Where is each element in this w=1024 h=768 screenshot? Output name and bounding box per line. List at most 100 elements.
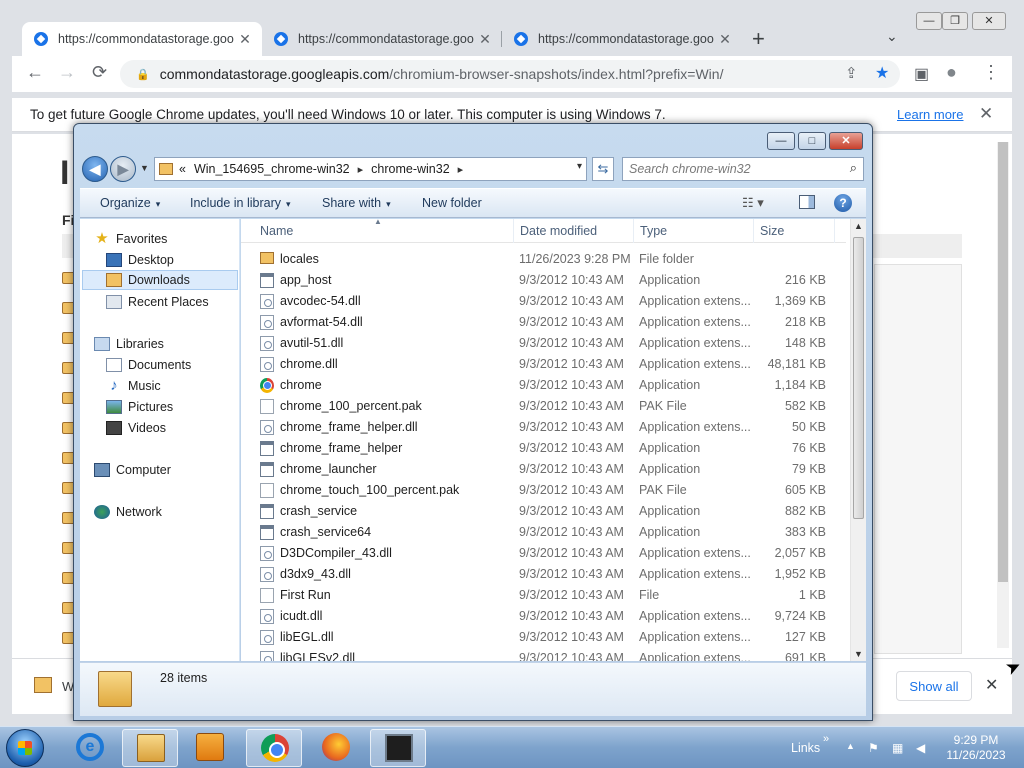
nav-downloads[interactable]: Downloads — [82, 270, 238, 290]
file-row[interactable]: d3dx9_43.dll 9/3/2012 10:43 AM Application… — [241, 564, 846, 585]
file-row[interactable]: chrome 9/3/2012 10:43 AM Application 1,184 … — [241, 375, 846, 396]
flag-warning-icon[interactable]: ⚑ — [868, 741, 882, 755]
file-name[interactable]: chrome_touch_100_percent.pak — [280, 483, 459, 497]
tab-close-icon[interactable]: ✕ — [476, 31, 494, 48]
column-divider[interactable] — [753, 219, 754, 243]
organize-button[interactable]: Organize ▾ — [100, 196, 160, 210]
volume-icon[interactable]: ◀ — [916, 741, 930, 755]
file-row[interactable]: chrome_touch_100_percent.pak 9/3/2012 10:… — [241, 480, 846, 501]
explorer-close-button[interactable]: ✕ — [829, 132, 863, 150]
file-row[interactable]: chrome_100_percent.pak 9/3/2012 10:43 AM P… — [241, 396, 846, 417]
file-name[interactable]: libGLESv2.dll — [280, 651, 355, 661]
tab-1[interactable]: https://commondatastorage.goo ✕ — [22, 22, 262, 56]
nav-pictures[interactable]: Pictures — [106, 397, 173, 417]
explorer-maximize-button[interactable]: □ — [798, 132, 826, 150]
menu-kebab-icon[interactable]: ⋮ — [982, 62, 1000, 83]
url-text[interactable]: commondatastorage.googleapis.com/chromiu… — [160, 66, 724, 82]
tab-close-icon[interactable]: ✕ — [236, 31, 254, 48]
column-size[interactable]: Size — [760, 224, 784, 238]
file-row[interactable]: crash_service64 9/3/2012 10:43 AM Applicat… — [241, 522, 846, 543]
share-icon[interactable]: ⇪ — [845, 64, 858, 82]
back-arrow-icon[interactable]: ◀ — [82, 156, 108, 182]
taskbar-windows-explorer[interactable] — [122, 729, 178, 767]
address-bar[interactable]: 🔒 commondatastorage.googleapis.com/chrom… — [120, 60, 900, 88]
nav-libraries[interactable]: Libraries — [94, 334, 164, 354]
file-row[interactable]: chrome_frame_helper 9/3/2012 10:43 AM Appl… — [241, 438, 846, 459]
share-with-button[interactable]: Share with ▾ — [322, 196, 391, 210]
side-panel-icon[interactable]: ▣ — [914, 64, 929, 84]
column-type[interactable]: Type — [640, 224, 667, 238]
file-name[interactable]: chrome_frame_helper.dll — [280, 420, 418, 434]
explorer-minimize-button[interactable]: — — [767, 132, 795, 150]
taskbar-firefox[interactable] — [308, 729, 364, 767]
show-all-button[interactable]: Show all — [896, 671, 972, 701]
breadcrumb-segment[interactable]: chrome-win32 — [371, 162, 450, 176]
file-row[interactable]: D3DCompiler_43.dll 9/3/2012 10:43 AM Appli… — [241, 543, 846, 564]
file-name[interactable]: avcodec-54.dll — [280, 294, 361, 308]
tab-3[interactable]: https://commondatastorage.goo ✕ — [502, 22, 742, 56]
file-name[interactable]: D3DCompiler_43.dll — [280, 546, 392, 560]
address-overflow-icon[interactable]: « — [179, 162, 186, 176]
show-hidden-icons-arrow-icon[interactable]: ▲ — [846, 741, 855, 751]
file-name[interactable]: chrome_100_percent.pak — [280, 399, 422, 413]
search-icon[interactable]: ⌕ — [850, 160, 857, 176]
network-warning-icon[interactable]: ▦ — [892, 741, 906, 755]
address-dropdown-icon[interactable]: ▾ — [577, 161, 582, 172]
refresh-icon[interactable]: ⇆ — [592, 157, 614, 181]
file-row[interactable]: chrome_frame_helper.dll 9/3/2012 10:43 AM… — [241, 417, 846, 438]
nav-favorites[interactable]: ★ Favorites — [94, 229, 167, 249]
tab-2[interactable]: https://commondatastorage.goo ✕ — [262, 22, 502, 56]
scrollbar-thumb[interactable] — [998, 142, 1008, 582]
file-row[interactable]: libGLESv2.dll 9/3/2012 10:43 AM Applicatio… — [241, 648, 846, 661]
tab-search-icon[interactable]: ⌄ — [886, 28, 898, 45]
file-name[interactable]: app_host — [280, 273, 331, 287]
file-row[interactable]: avcodec-54.dll 9/3/2012 10:43 AM Applicati… — [241, 291, 846, 312]
page-scrollbar[interactable] — [997, 142, 1009, 648]
search-input[interactable]: Search chrome-win32 ⌕ — [622, 157, 864, 181]
column-name[interactable]: Name — [260, 224, 293, 238]
nav-videos[interactable]: Videos — [106, 418, 166, 438]
links-toolbar[interactable]: Links — [791, 741, 820, 755]
file-name[interactable]: chrome.dll — [280, 357, 338, 371]
nav-music[interactable]: ♪ Music — [106, 376, 160, 396]
column-date-modified[interactable]: Date modified — [520, 224, 597, 238]
download-bar-close-icon[interactable]: ✕ — [985, 675, 998, 695]
file-name[interactable]: crash_service — [280, 504, 357, 518]
column-divider[interactable] — [633, 219, 634, 243]
nav-desktop[interactable]: Desktop — [106, 250, 174, 270]
file-row[interactable]: chrome.dll 9/3/2012 10:43 AM Application e… — [241, 354, 846, 375]
file-row[interactable]: avformat-54.dll 9/3/2012 10:43 AM Applicat… — [241, 312, 846, 333]
nav-documents[interactable]: Documents — [106, 355, 191, 375]
file-name[interactable]: chrome_frame_helper — [280, 441, 402, 455]
file-list-scrollbar[interactable]: ▲ ▼ — [850, 219, 866, 661]
preview-pane-icon[interactable] — [799, 195, 815, 209]
nav-network[interactable]: Network — [94, 502, 162, 522]
file-name[interactable]: chrome_launcher — [280, 462, 377, 476]
file-name[interactable]: avutil-51.dll — [280, 336, 343, 350]
system-clock[interactable]: 9:29 PM 11/26/2023 — [940, 733, 1012, 763]
reload-icon[interactable]: ⟳ — [92, 62, 107, 83]
file-row[interactable]: app_host 9/3/2012 10:43 AM Application 216 … — [241, 270, 846, 291]
file-row[interactable]: locales 11/26/2023 9:28 PM File folder — [241, 249, 846, 270]
breadcrumb-chevron-icon[interactable]: ▸ — [358, 163, 364, 176]
profile-avatar-icon[interactable]: ● — [946, 62, 957, 83]
explorer-address-bar[interactable]: « Win_154695_chrome-win32 ▸ chrome-win32… — [154, 157, 587, 181]
file-row[interactable]: First Run 9/3/2012 10:43 AM File 1 KB — [241, 585, 846, 606]
file-name[interactable]: chrome — [280, 378, 322, 392]
file-name[interactable]: libEGL.dll — [280, 630, 334, 644]
learn-more-link[interactable]: Learn more — [897, 107, 963, 122]
start-button[interactable] — [6, 729, 44, 767]
back-icon[interactable]: ← — [26, 62, 44, 83]
infobar-close-icon[interactable]: ✕ — [979, 104, 993, 124]
help-icon[interactable]: ? — [834, 194, 852, 212]
close-window-button[interactable]: ✕ — [972, 12, 1006, 30]
breadcrumb-chevron-icon[interactable]: ▸ — [458, 163, 464, 176]
forward-icon[interactable]: → — [58, 62, 76, 83]
minimize-button[interactable]: — — [916, 12, 942, 30]
file-row[interactable]: chrome_launcher 9/3/2012 10:43 AM Applicat… — [241, 459, 846, 480]
taskbar-command-prompt[interactable] — [370, 729, 426, 767]
file-name[interactable]: First Run — [280, 588, 331, 602]
file-row[interactable]: icudt.dll 9/3/2012 10:43 AM Application ex… — [241, 606, 846, 627]
column-divider[interactable] — [834, 219, 835, 243]
taskbar-internet-explorer[interactable]: e — [62, 729, 118, 767]
